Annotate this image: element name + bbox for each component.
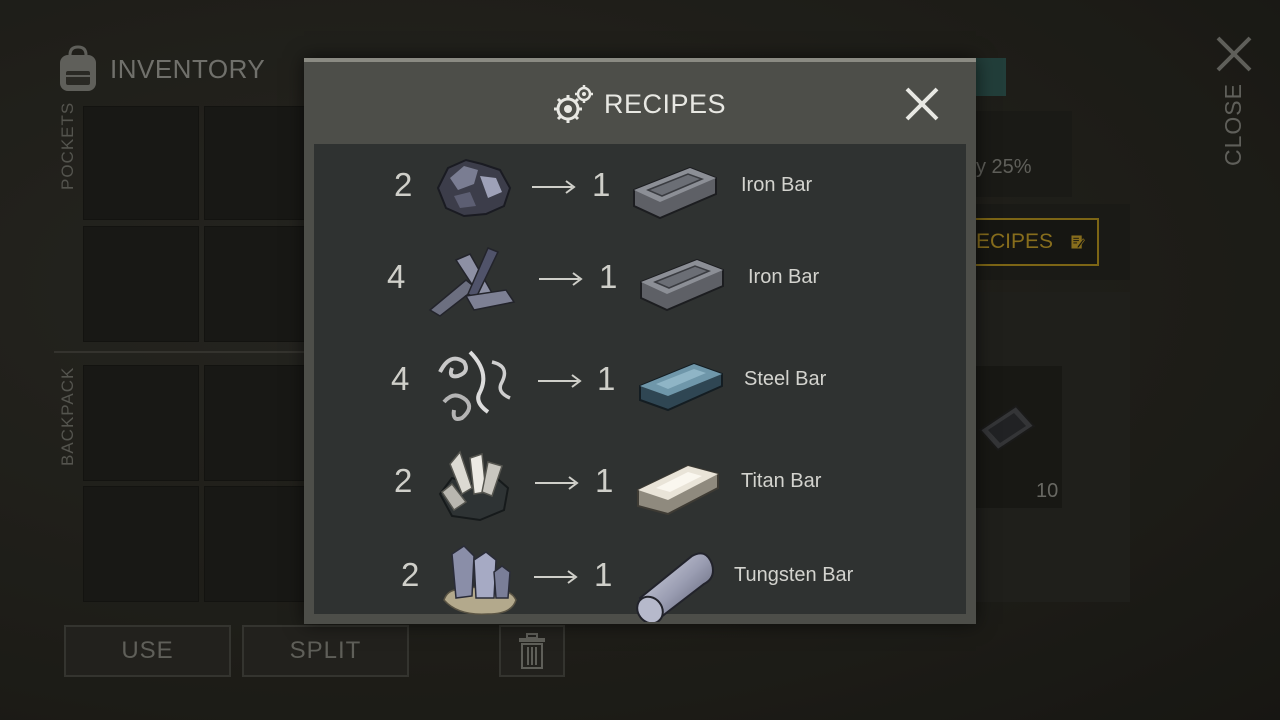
recipe-list: 2 1 Iron Bar 4 1 Iron Bar 4 1 Steel Bar … [314,144,966,626]
input-quantity: 2 [394,166,413,203]
recipe-row[interactable]: 2 1 Tungsten Bar [314,534,966,628]
input-quantity: 4 [387,258,406,295]
titan-ore-icon [432,444,518,528]
scrap-metal-icon [426,240,516,324]
titan-bar-icon [634,444,720,528]
recipes-modal: RECIPES 2 1 Iron Bar 4 1 Iron Bar 4 1 St… [304,58,976,626]
modal-title: RECIPES [603,88,727,119]
arrow-icon [532,179,576,195]
iron-bar-icon [637,240,724,324]
output-quantity: 1 [592,166,611,203]
output-quantity: 1 [594,556,613,593]
output-quantity: 1 [597,360,616,397]
recipe-row[interactable]: 2 1 Iron Bar [314,144,966,238]
recipe-name: Tungsten Bar [734,564,854,586]
recipe-name: Iron Bar [748,266,820,288]
recipe-row[interactable]: 4 1 Iron Bar [314,236,966,330]
recipe-row[interactable]: 2 1 Titan Bar [314,440,966,534]
recipe-name: Titan Bar [741,470,822,492]
arrow-icon [538,373,582,389]
modal-header: RECIPES [304,62,976,146]
input-quantity: 2 [394,462,413,499]
gears-icon [553,85,593,123]
metal-shavings-icon [430,342,516,426]
recipe-name: Steel Bar [744,368,827,390]
output-quantity: 1 [595,462,614,499]
tungsten-ore-icon [438,538,524,622]
iron-bar-icon [630,148,717,232]
iron-ore-icon [430,148,516,232]
input-quantity: 4 [391,360,410,397]
steel-bar-icon [636,342,723,426]
arrow-icon [539,271,583,287]
recipe-name: Iron Bar [741,174,813,196]
output-quantity: 1 [599,258,618,295]
modal-close-icon[interactable] [904,86,940,122]
recipe-row[interactable]: 4 1 Steel Bar [314,338,966,432]
input-quantity: 2 [401,556,420,593]
arrow-icon [535,475,579,491]
tungsten-bar-icon [634,538,720,626]
arrow-icon [534,569,578,585]
